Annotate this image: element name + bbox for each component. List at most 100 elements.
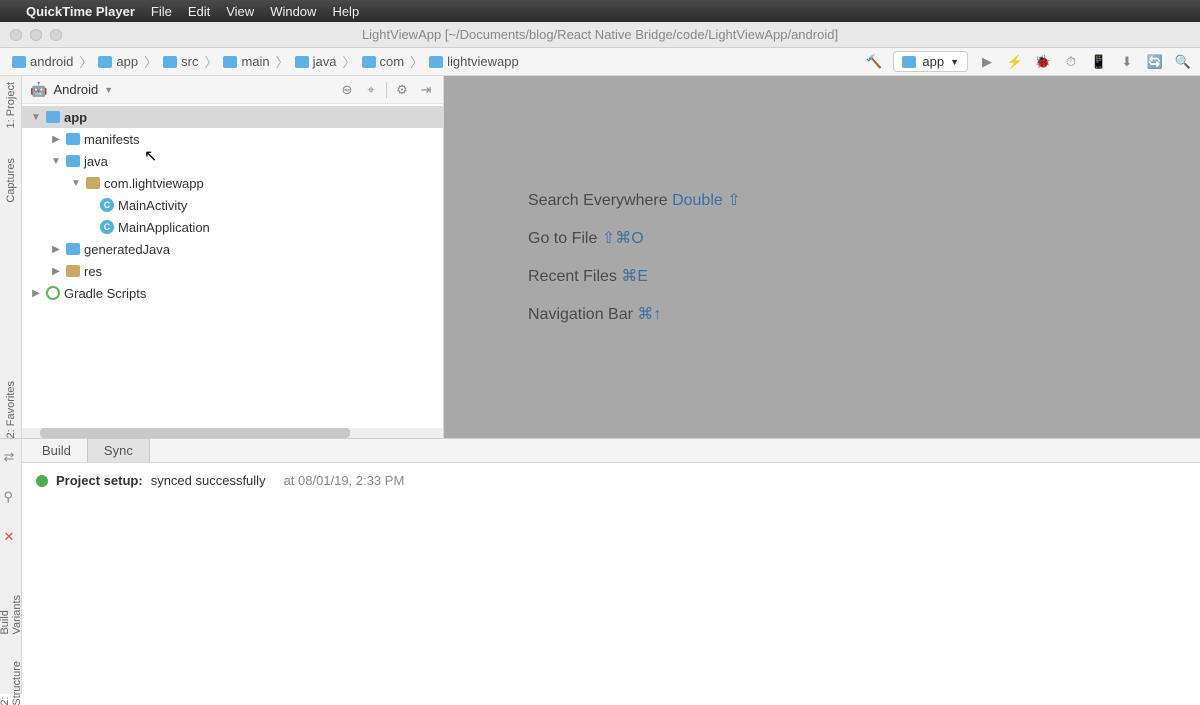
- menu-edit[interactable]: Edit: [188, 4, 210, 19]
- collapse-all-icon[interactable]: ⊖: [338, 81, 356, 99]
- crumb-lightviewapp[interactable]: lightviewapp: [425, 54, 523, 69]
- profiler-icon[interactable]: ⏱: [1062, 53, 1080, 71]
- arrow-down-icon[interactable]: ▼: [50, 156, 62, 167]
- run-config-label: app: [922, 54, 944, 69]
- arrow-down-icon[interactable]: ▼: [30, 112, 42, 123]
- filter-icon[interactable]: ⚲: [4, 489, 18, 503]
- left-tool-strip: 1: Project Captures 2: Favorites: [0, 76, 22, 438]
- tool-tab-project[interactable]: 1: Project: [5, 82, 17, 128]
- chevron-down-icon[interactable]: ▼: [104, 85, 113, 95]
- window-titlebar: LightViewApp [~/Documents/blog/React Nat…: [0, 22, 1200, 48]
- chevron-right-icon: 〉: [77, 52, 94, 71]
- tool-tab-structure[interactable]: 2: Structure: [0, 661, 23, 705]
- menu-help[interactable]: Help: [332, 4, 359, 19]
- arrow-right-icon[interactable]: ▶: [50, 244, 62, 255]
- folder-icon: [362, 56, 376, 68]
- menu-file[interactable]: File: [151, 4, 172, 19]
- zoom-dot[interactable]: [50, 29, 62, 41]
- hint-shortcut: ⌘E: [621, 268, 648, 285]
- hide-icon[interactable]: ⇥: [417, 81, 435, 99]
- sync-gradle-icon[interactable]: 🔄: [1146, 53, 1164, 71]
- crumb-label: app: [116, 54, 138, 69]
- tab-build[interactable]: Build: [26, 439, 87, 462]
- crumb-label: src: [181, 54, 198, 69]
- arrow-right-icon[interactable]: ▶: [50, 134, 62, 145]
- hint-shortcut: ⌘↑: [637, 306, 661, 323]
- tree-node-app[interactable]: ▼ app: [22, 106, 443, 128]
- search-icon[interactable]: 🔍: [1174, 53, 1192, 71]
- hint-goto-file: Go to File ⇧⌘O: [528, 228, 644, 248]
- target-icon[interactable]: ⌖: [362, 81, 380, 99]
- tree-node-mainactivity[interactable]: C MainActivity: [22, 194, 443, 216]
- tree-label: res: [84, 264, 102, 279]
- apply-changes-icon[interactable]: ⚡: [1006, 53, 1024, 71]
- gradle-icon: [46, 286, 60, 300]
- menu-view[interactable]: View: [226, 4, 254, 19]
- crumb-main[interactable]: main: [219, 54, 273, 69]
- scrollbar-thumb[interactable]: [40, 428, 350, 438]
- package-icon: [86, 177, 100, 189]
- main-toolbar: 🔨 app ▼ ▶ ⚡ 🐞 ⏱ 📱 ⬇ 🔄 🔍: [865, 51, 1192, 72]
- build-tabs: Build Sync: [22, 439, 1200, 463]
- sync-status-line: Project setup: synced successfully at 08…: [36, 473, 1186, 488]
- tool-tab-favorites[interactable]: 2: Favorites: [5, 381, 17, 438]
- success-icon: [36, 475, 48, 487]
- hint-shortcut: ⇧⌘O: [602, 230, 644, 247]
- gear-icon[interactable]: ⚙: [393, 81, 411, 99]
- debug-icon[interactable]: 🐞: [1034, 53, 1052, 71]
- hint-label: Search Everywhere: [528, 192, 668, 209]
- arrow-right-icon[interactable]: ▶: [30, 288, 42, 299]
- project-tree[interactable]: ▼ app ▶ manifests ▼ java ▼ com.lightview…: [22, 104, 443, 428]
- build-tool-window: Build Sync Project setup: synced success…: [22, 439, 1200, 694]
- folder-icon: [295, 56, 309, 68]
- minimize-dot[interactable]: [30, 29, 42, 41]
- chevron-right-icon: 〉: [341, 52, 358, 71]
- run-config-selector[interactable]: app ▼: [893, 51, 968, 72]
- editor-empty-state: Search Everywhere Double ⇧ Go to File ⇧⌘…: [444, 76, 1200, 438]
- tree-node-generatedjava[interactable]: ▶ generatedJava: [22, 238, 443, 260]
- folder-icon: [66, 133, 80, 145]
- close-dot[interactable]: [10, 29, 22, 41]
- project-view-label[interactable]: Android: [53, 82, 98, 97]
- arrow-down-icon[interactable]: ▼: [70, 178, 82, 189]
- folder-icon: [98, 56, 112, 68]
- sync-label: Project setup:: [56, 473, 143, 488]
- tree-node-res[interactable]: ▶ res: [22, 260, 443, 282]
- tree-label: MainActivity: [118, 198, 187, 213]
- hint-label: Recent Files: [528, 268, 617, 285]
- crumb-android[interactable]: android: [8, 54, 77, 69]
- hammer-icon[interactable]: 🔨: [865, 53, 883, 71]
- module-icon: [902, 56, 916, 68]
- toggle-view-icon[interactable]: ⇄: [4, 449, 18, 463]
- tree-node-package[interactable]: ▼ com.lightviewapp: [22, 172, 443, 194]
- tree-node-gradle[interactable]: ▶ Gradle Scripts: [22, 282, 443, 304]
- tool-tab-build-variants[interactable]: Build Variants: [0, 595, 23, 635]
- tree-node-mainapplication[interactable]: C MainApplication: [22, 216, 443, 238]
- crumb-label: main: [241, 54, 269, 69]
- tree-label: generatedJava: [84, 242, 170, 257]
- hint-label: Go to File: [528, 230, 597, 247]
- menubar-appname[interactable]: QuickTime Player: [26, 4, 135, 19]
- chevron-down-icon: ▼: [950, 57, 959, 67]
- crumb-java[interactable]: java: [291, 54, 341, 69]
- folder-icon: [429, 56, 443, 68]
- sync-message: synced successfully: [151, 473, 266, 488]
- tool-tab-captures[interactable]: Captures: [5, 158, 17, 203]
- tab-sync[interactable]: Sync: [87, 438, 150, 462]
- tree-node-manifests[interactable]: ▶ manifests: [22, 128, 443, 150]
- breadcrumb: android〉 app〉 src〉 main〉 java〉 com〉 ligh…: [8, 52, 523, 71]
- sdk-manager-icon[interactable]: ⬇: [1118, 53, 1136, 71]
- avd-icon[interactable]: 📱: [1090, 53, 1108, 71]
- tree-label: MainApplication: [118, 220, 210, 235]
- horizontal-scrollbar[interactable]: [22, 428, 443, 438]
- arrow-right-icon[interactable]: ▶: [50, 266, 62, 277]
- window-title: LightViewApp [~/Documents/blog/React Nat…: [0, 27, 1200, 42]
- menu-window[interactable]: Window: [270, 4, 316, 19]
- left-tool-strip-bottom: ⇄ ⚲ ✕ Build Variants 2: Structure: [0, 439, 22, 694]
- crumb-app[interactable]: app: [94, 54, 142, 69]
- run-icon[interactable]: ▶: [978, 53, 996, 71]
- tree-node-java[interactable]: ▼ java: [22, 150, 443, 172]
- crumb-src[interactable]: src: [159, 54, 202, 69]
- crumb-com[interactable]: com: [358, 54, 409, 69]
- close-icon[interactable]: ✕: [4, 529, 18, 543]
